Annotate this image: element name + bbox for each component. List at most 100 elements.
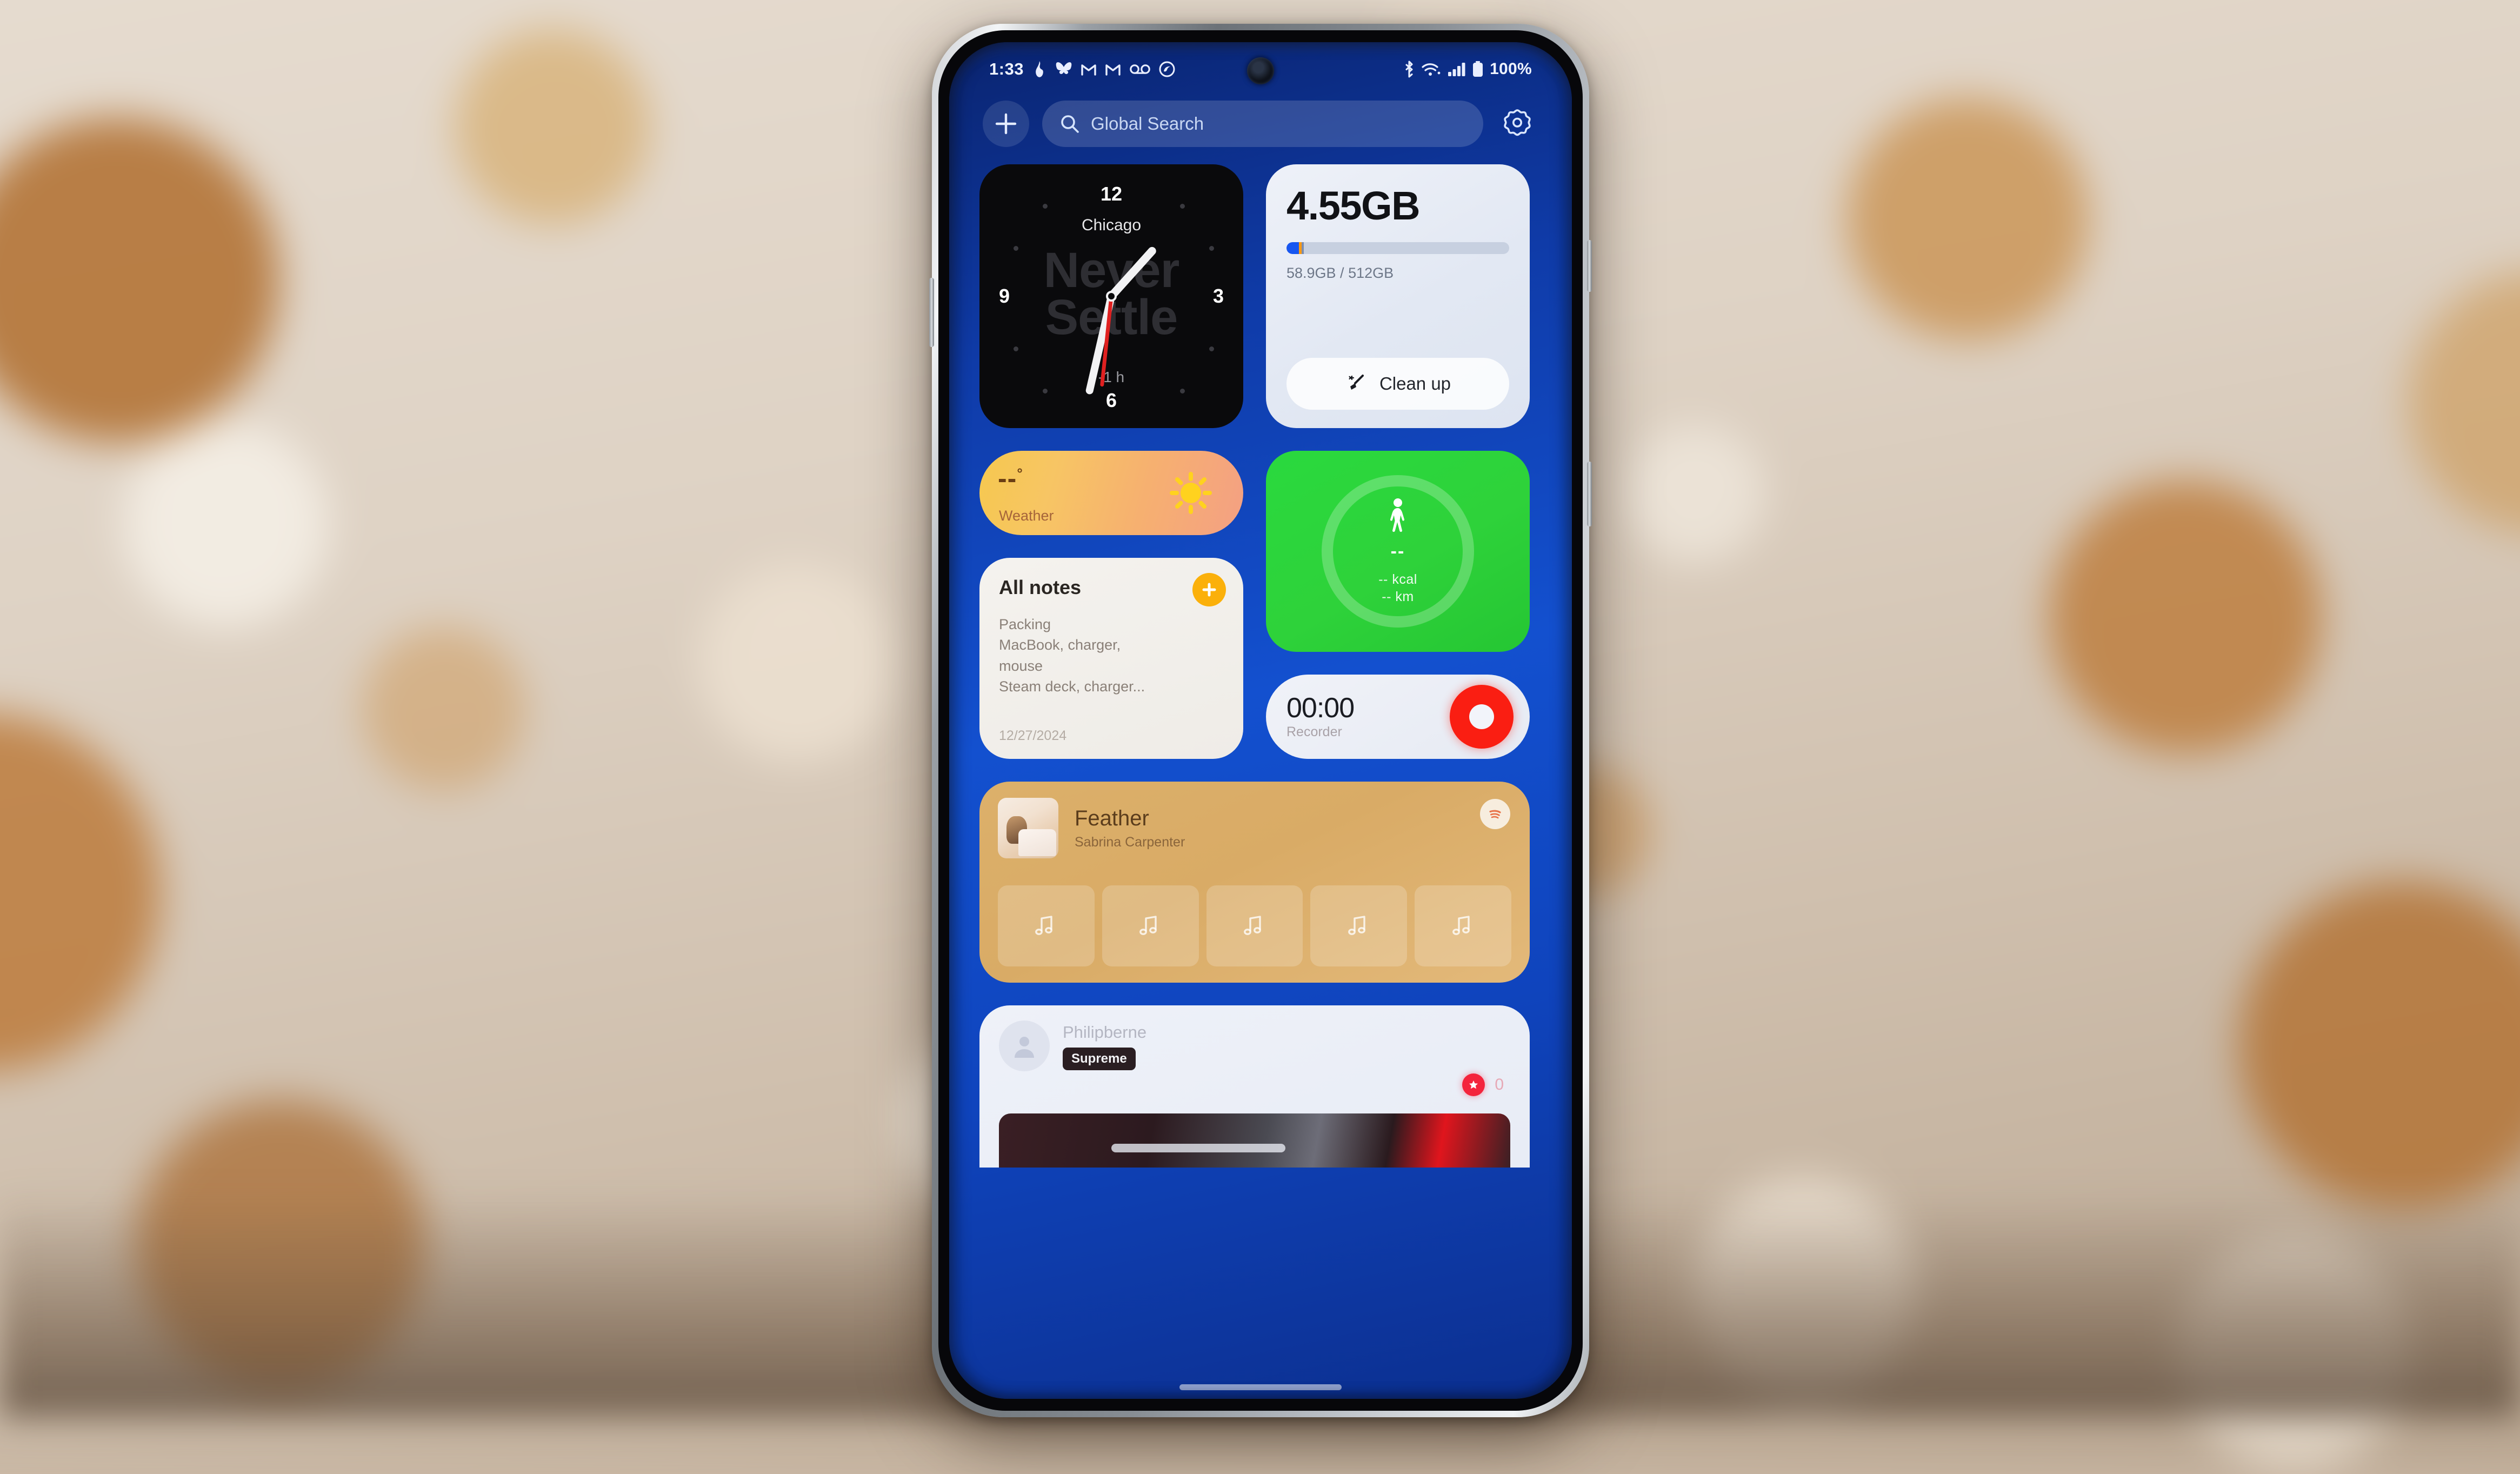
walking-person-icon: [1384, 498, 1412, 533]
status-bar-right: 100%: [1403, 60, 1532, 78]
flame-icon: [1032, 61, 1047, 78]
widget-board-header: Global Search: [949, 94, 1572, 154]
widget-grid: 12 3 6 9 Chicago Never Settle -1 h 4.55G…: [979, 164, 1542, 1399]
plus-icon: [994, 111, 1018, 136]
gear-icon: [1501, 107, 1534, 141]
music-tile[interactable]: [1102, 885, 1199, 966]
cellular-signal-icon: [1448, 62, 1466, 77]
widget-column-left: --° Weather All notes: [979, 451, 1243, 759]
music-track-title: Feather: [1075, 806, 1185, 830]
widget-row-4: Philipberne Supreme 0: [979, 1005, 1542, 1168]
widget-row-2: --° Weather All notes: [979, 451, 1542, 759]
broom-icon: [1345, 372, 1369, 396]
music-tile[interactable]: [1310, 885, 1407, 966]
gmail-icon-2: [1105, 62, 1121, 77]
notes-date: 12/27/2024: [999, 728, 1224, 744]
sync-icon: [1159, 61, 1175, 77]
storage-widget[interactable]: 4.55GB 58.9GB / 512GB: [1266, 164, 1530, 428]
sun-icon: [1168, 470, 1214, 516]
social-media-preview[interactable]: [999, 1113, 1510, 1168]
settings-button[interactable]: [1496, 103, 1538, 145]
social-reaction-group[interactable]: 0: [1462, 1073, 1504, 1096]
recorder-timer: 00:00: [1286, 693, 1354, 723]
alert-slider[interactable]: [1587, 462, 1592, 526]
search-icon: [1059, 114, 1080, 134]
widget-row-3: Feather Sabrina Carpenter: [979, 782, 1542, 983]
clean-up-button[interactable]: Clean up: [1286, 358, 1509, 410]
fitness-steps-value: --: [1391, 541, 1405, 562]
weather-degree-symbol: °: [1017, 465, 1023, 481]
front-camera-punch-hole: [1247, 57, 1274, 84]
music-note-icon: [1448, 911, 1478, 941]
notes-preview-text: Packing MacBook, charger, mouse Steam de…: [999, 614, 1224, 697]
clock-numeral-6: 6: [1106, 389, 1117, 412]
storage-segment-other: [1302, 242, 1304, 254]
voicemail-icon: [1129, 63, 1151, 76]
storage-progress-bar: [1286, 242, 1509, 254]
clock-widget[interactable]: 12 3 6 9 Chicago Never Settle -1 h: [979, 164, 1243, 428]
phone-bezel: 1:33 100%: [938, 30, 1583, 1411]
battery-icon: [1472, 61, 1484, 78]
music-tile[interactable]: [1206, 885, 1303, 966]
weather-temp-value: --: [998, 463, 1017, 493]
clock-numeral-12: 12: [1101, 183, 1122, 205]
storage-free-value: 4.55GB: [1286, 186, 1509, 226]
plus-icon: [1201, 581, 1218, 598]
wifi-icon: [1421, 61, 1442, 77]
music-tile[interactable]: [998, 885, 1095, 966]
search-placeholder: Global Search: [1091, 114, 1204, 134]
gesture-navigation-bar[interactable]: [1179, 1384, 1342, 1390]
weather-label: Weather: [999, 508, 1054, 524]
gmail-icon: [1081, 62, 1097, 77]
battery-percent-label: 100%: [1490, 60, 1532, 78]
person-avatar-icon: [999, 1021, 1050, 1071]
search-input[interactable]: Global Search: [1042, 101, 1483, 147]
music-note-icon: [1135, 911, 1165, 941]
music-suggestion-tiles: [998, 885, 1511, 966]
notes-add-button[interactable]: [1192, 573, 1226, 606]
social-post-meta: Philipberne Supreme: [1063, 1021, 1146, 1070]
record-button-icon[interactable]: [1450, 685, 1514, 749]
notes-widget[interactable]: All notes Packing MacBook, charger, mous…: [979, 558, 1243, 759]
storage-segment-primary: [1286, 242, 1299, 254]
clock-city-label: Chicago: [1082, 216, 1141, 235]
music-artist-name: Sabrina Carpenter: [1075, 835, 1185, 850]
volume-button[interactable]: [929, 278, 934, 347]
status-bar-left: 1:33: [989, 59, 1175, 79]
weather-widget[interactable]: --° Weather: [979, 451, 1243, 535]
social-feed-widget[interactable]: Philipberne Supreme 0: [979, 1005, 1530, 1168]
bluetooth-icon: [1403, 60, 1415, 78]
music-note-icon: [1031, 911, 1061, 941]
music-tile[interactable]: [1415, 885, 1511, 966]
notes-title: All notes: [999, 576, 1224, 599]
spotify-icon[interactable]: [1480, 799, 1510, 829]
fitness-progress-ring: -- -- kcal -- km: [1322, 475, 1474, 628]
clean-up-label: Clean up: [1379, 373, 1451, 394]
fitness-widget[interactable]: -- -- kcal -- km: [1266, 451, 1530, 652]
clock-center-cap: [1106, 291, 1117, 302]
storage-usage-label: 58.9GB / 512GB: [1286, 265, 1509, 282]
music-note-icon: [1344, 911, 1374, 941]
recorder-label: Recorder: [1286, 724, 1354, 740]
butterfly-icon: [1055, 61, 1072, 77]
heart-badge-icon[interactable]: [1462, 1073, 1485, 1096]
spotify-glyph-icon: [1486, 805, 1504, 823]
clock-numeral-3: 3: [1213, 285, 1224, 308]
social-username: Philipberne: [1063, 1023, 1146, 1042]
social-reaction-count: 0: [1495, 1076, 1504, 1094]
recorder-widget[interactable]: 00:00 Recorder: [1266, 675, 1530, 759]
widget-row-1: 12 3 6 9 Chicago Never Settle -1 h 4.55G…: [979, 164, 1542, 428]
music-now-playing: Feather Sabrina Carpenter: [998, 798, 1511, 858]
power-button[interactable]: [1587, 240, 1592, 292]
phone-screen: 1:33 100%: [949, 42, 1572, 1399]
music-widget[interactable]: Feather Sabrina Carpenter: [979, 782, 1530, 983]
fitness-calories-value: -- kcal: [1378, 572, 1417, 588]
avatar-glyph-icon: [1010, 1032, 1038, 1060]
status-badge: Supreme: [1063, 1048, 1136, 1070]
star-glyph-icon: [1468, 1079, 1479, 1091]
music-note-icon: [1239, 911, 1270, 941]
music-metadata: Feather Sabrina Carpenter: [1075, 806, 1185, 850]
album-art-thumbnail: [998, 798, 1058, 858]
social-post-header: Philipberne Supreme: [999, 1021, 1510, 1071]
add-widget-button[interactable]: [983, 101, 1029, 147]
